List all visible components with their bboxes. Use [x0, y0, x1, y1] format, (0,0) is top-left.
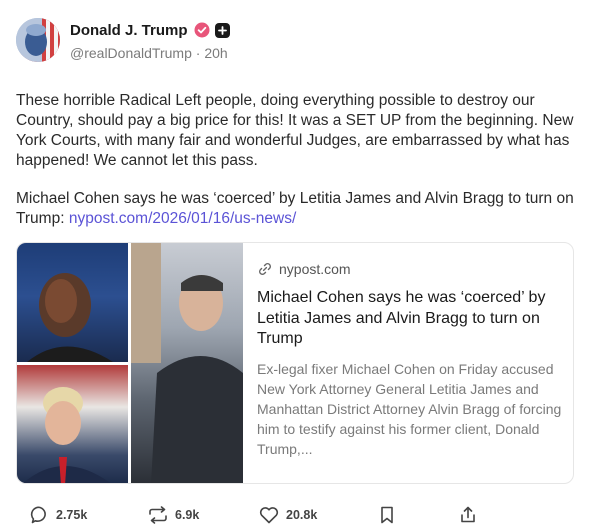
link-preview-card[interactable]: nypost.com Michael Cohen says he was ‘co…	[16, 242, 574, 484]
reply-icon	[30, 506, 46, 524]
share-icon	[461, 506, 475, 523]
share-button[interactable]	[458, 503, 478, 527]
bookmark-button[interactable]	[378, 503, 396, 527]
heart-icon	[259, 507, 279, 524]
post-body: These horrible Radical Left people, doin…	[16, 91, 578, 247]
reply-count: 2.75k	[56, 508, 88, 522]
avatar[interactable]	[16, 18, 60, 62]
plus-badge-icon	[214, 22, 230, 38]
card-image-donald-trump	[17, 365, 128, 483]
link-icon	[259, 263, 271, 275]
post-paragraph: Michael Cohen says he was ‘coerced’ by L…	[16, 189, 578, 229]
post-paragraph: These horrible Radical Left people, doin…	[16, 92, 574, 169]
repost-button[interactable]: 6.9k	[147, 503, 199, 527]
card-image-michael-cohen	[131, 243, 243, 483]
author-display-name[interactable]: Donald J. Trump	[70, 22, 188, 39]
reply-button[interactable]: 2.75k	[30, 503, 87, 527]
card-description: Ex-legal fixer Michael Cohen on Friday a…	[257, 360, 562, 457]
card-domain-row: nypost.com	[257, 259, 562, 279]
card-domain: nypost.com	[279, 261, 351, 277]
truth-post: Donald J. Trump @realDonaldTrump · 20h T…	[0, 0, 591, 531]
verified-badge-icon	[194, 22, 210, 38]
post-timestamp[interactable]: 20h	[204, 45, 227, 61]
inline-link[interactable]: nypost.com/2026/01/16/us-news/	[69, 210, 296, 227]
author-meta: @realDonaldTrump · 20h	[70, 45, 228, 61]
card-content: nypost.com Michael Cohen says he was ‘co…	[257, 259, 562, 459]
card-image-letitia-james	[17, 243, 128, 362]
card-title[interactable]: Michael Cohen says he was ‘coerced’ by L…	[257, 288, 562, 350]
repost-count: 6.9k	[175, 508, 200, 522]
post-actions: 2.75k 6.9k 20.8k	[30, 503, 575, 527]
author-handle[interactable]: @realDonaldTrump	[70, 45, 192, 61]
like-count: 20.8k	[286, 508, 318, 522]
bookmark-icon	[381, 506, 393, 524]
like-button[interactable]: 20.8k	[258, 503, 317, 527]
card-image-collage	[17, 243, 243, 483]
meta-separator: ·	[191, 45, 205, 61]
repost-icon	[149, 506, 167, 524]
author-name-row: Donald J. Trump	[70, 20, 230, 40]
